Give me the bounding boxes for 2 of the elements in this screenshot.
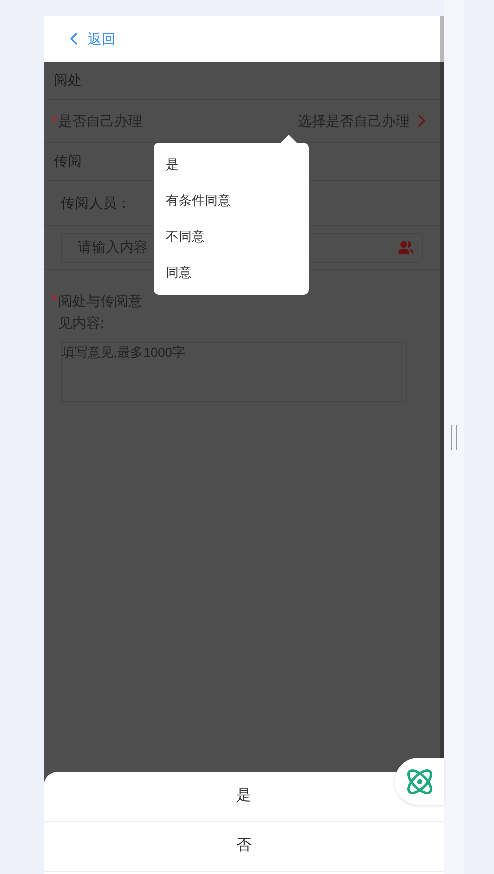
required-mark: * — [52, 291, 58, 310]
required-mark: * — [52, 112, 58, 130]
